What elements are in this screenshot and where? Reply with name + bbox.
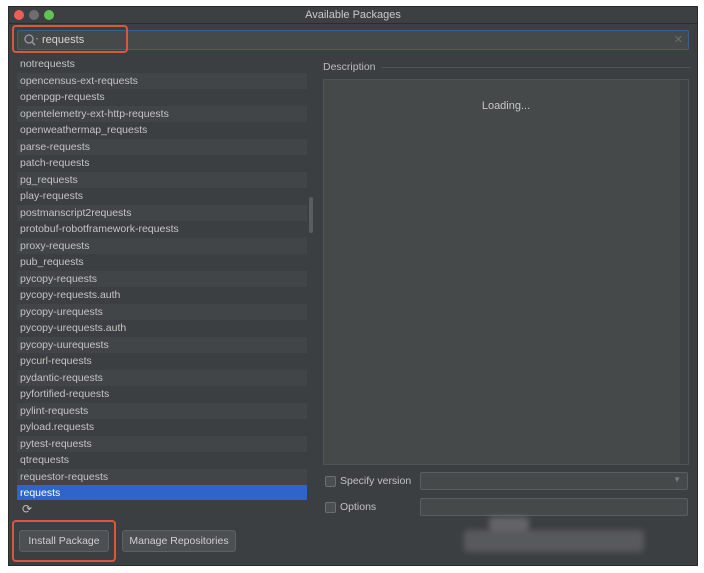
package-row[interactable]: protobuf-robotframework-requests (17, 221, 307, 238)
install-package-button[interactable]: Install Package (19, 530, 109, 552)
available-packages-window: Available Packages ✕ notrequestsopencens… (8, 6, 698, 566)
options-label: Options (340, 501, 377, 513)
package-row[interactable]: pyload.requests (17, 419, 307, 436)
package-row[interactable]: pytest-requests (17, 435, 307, 452)
package-row[interactable]: pycopy-requests.auth (17, 287, 307, 304)
package-row[interactable]: pycopy-uurequests (17, 336, 307, 353)
clear-icon[interactable]: ✕ (674, 33, 683, 47)
options-checkbox[interactable] (325, 502, 336, 513)
watermark-smudge (464, 530, 644, 552)
package-row[interactable]: notrequests (17, 56, 307, 73)
specify-version-label: Specify version (340, 475, 412, 487)
window-title: Available Packages (305, 9, 401, 21)
package-row[interactable]: opencensus-ext-requests (17, 72, 307, 89)
package-row[interactable]: proxy-requests (17, 237, 307, 254)
version-dropdown[interactable]: ▼ (420, 472, 688, 490)
package-row[interactable]: pub_requests (17, 254, 307, 271)
package-row[interactable]: requestor-requests (17, 468, 307, 485)
package-row[interactable]: pg_requests (17, 171, 307, 188)
package-list-scrollbar[interactable] (309, 197, 313, 233)
specify-version-checkbox[interactable] (325, 476, 336, 487)
search-field[interactable]: ✕ (17, 30, 689, 50)
package-row[interactable]: requests (17, 485, 307, 500)
manage-repositories-button[interactable]: Manage Repositories (122, 530, 236, 552)
loading-status: Loading... (481, 100, 531, 112)
description-divider (381, 67, 691, 68)
title-bar: Available Packages (9, 7, 697, 24)
package-row[interactable]: pycopy-urequests.auth (17, 320, 307, 337)
description-panel: Loading... (323, 79, 689, 465)
package-row[interactable]: pylint-requests (17, 402, 307, 419)
package-row[interactable]: parse-requests (17, 138, 307, 155)
watermark-smudge (489, 517, 529, 531)
package-row[interactable]: pycurl-requests (17, 353, 307, 370)
package-row[interactable]: pyfortified-requests (17, 386, 307, 403)
package-row[interactable]: opentelemetry-ext-http-requests (17, 105, 307, 122)
chevron-down-icon: ▼ (673, 475, 681, 484)
package-row[interactable]: pydantic-requests (17, 369, 307, 386)
package-row[interactable]: postmanscript2requests (17, 204, 307, 221)
package-row[interactable]: pycopy-requests (17, 270, 307, 287)
refresh-icon[interactable]: ⟳ (22, 503, 34, 515)
package-row[interactable]: play-requests (17, 188, 307, 205)
package-row[interactable]: openpgp-requests (17, 89, 307, 106)
search-icon (24, 34, 38, 46)
description-scrollbar[interactable] (680, 80, 688, 464)
package-row[interactable]: pycopy-urequests (17, 303, 307, 320)
search-input[interactable] (42, 32, 662, 48)
options-input[interactable] (420, 498, 688, 516)
description-label: Description (323, 61, 376, 73)
package-row[interactable]: openweathermap_requests (17, 122, 307, 139)
package-row[interactable]: qtrequests (17, 452, 307, 469)
package-list[interactable]: notrequests opencensus-ext-requests openpg… (17, 56, 307, 500)
package-row[interactable]: patch-requests (17, 155, 307, 172)
